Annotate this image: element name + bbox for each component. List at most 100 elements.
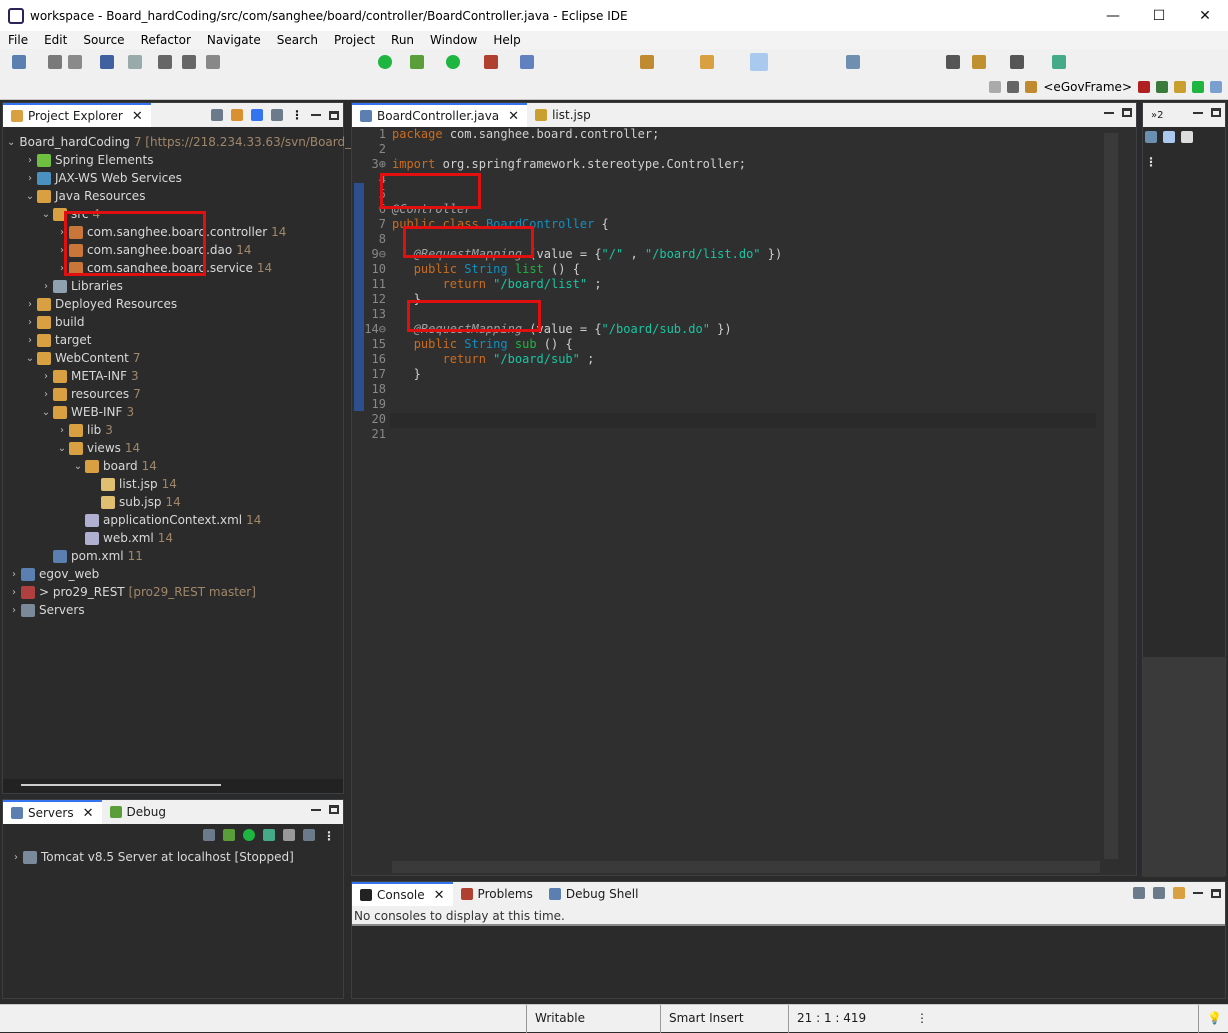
code-line[interactable]: package com.sanghee.board.controller; <box>392 127 1096 142</box>
code-line[interactable]: import org.springframework.stereotype.Co… <box>392 157 1096 172</box>
code-line[interactable] <box>392 382 1096 397</box>
expand-arrow-icon[interactable]: › <box>39 389 53 400</box>
git-perspective-icon[interactable] <box>1156 81 1168 93</box>
tree-item[interactable]: ⌄ Board_hardCoding 7 [https://218.234.33.6… <box>7 133 351 151</box>
jee-perspective-icon[interactable] <box>1192 81 1204 93</box>
maximize-view-icon[interactable] <box>1122 108 1132 117</box>
minimize-view-icon[interactable] <box>1104 111 1114 114</box>
link-editor-icon[interactable] <box>231 109 243 121</box>
toggle-mark-occurrences-icon[interactable] <box>750 53 768 71</box>
terminal-icon[interactable] <box>100 55 114 69</box>
tree-item[interactable]: › target <box>7 331 339 349</box>
tab-overflow[interactable]: »2 <box>1143 103 1171 127</box>
expand-arrow-icon[interactable]: › <box>23 173 37 184</box>
tree-item[interactable]: web.xml 14 <box>7 529 339 547</box>
suspend-icon[interactable] <box>182 55 196 69</box>
status-insert-mode[interactable]: Smart Insert <box>660 1005 788 1033</box>
close-tab-icon[interactable]: ✕ <box>83 806 94 821</box>
tree-item[interactable]: › Libraries <box>7 277 339 295</box>
save-icon[interactable] <box>48 55 62 69</box>
code-line[interactable] <box>392 397 1096 412</box>
open-folder-icon[interactable] <box>700 55 714 69</box>
expand-arrow-icon[interactable]: ⌄ <box>7 137 15 148</box>
horizontal-scrollbar[interactable] <box>3 779 343 793</box>
show-whitespace-icon[interactable] <box>846 55 860 69</box>
code-line[interactable]: return "/board/sub" ; <box>392 352 1096 367</box>
notifications-icon[interactable]: 💡 <box>1198 1005 1228 1033</box>
maximize-view-icon[interactable] <box>1211 108 1221 117</box>
tree-item[interactable]: ⌄ board 14 <box>7 457 339 475</box>
coverage-icon[interactable] <box>484 55 498 69</box>
close-button[interactable]: ✕ <box>1182 0 1228 31</box>
tree-item[interactable]: ⌄ views 14 <box>7 439 339 457</box>
code-line[interactable]: } <box>392 367 1096 382</box>
tree-item[interactable]: ⌄ Java Resources <box>7 187 339 205</box>
open-perspective-icon[interactable] <box>1007 81 1020 93</box>
menu-run[interactable]: Run <box>383 31 422 49</box>
perspective-label[interactable]: <eGovFrame> <box>1043 80 1132 94</box>
expand-arrow-icon[interactable]: › <box>23 335 37 346</box>
menu-file[interactable]: File <box>0 31 36 49</box>
expand-arrow-icon[interactable]: ⌄ <box>71 461 85 472</box>
tree-item[interactable]: pom.xml 11 <box>7 547 339 565</box>
expand-arrow-icon[interactable]: › <box>7 605 21 616</box>
tree-item[interactable]: › build <box>7 313 339 331</box>
forward-icon[interactable] <box>1010 55 1024 69</box>
menu-project[interactable]: Project <box>326 31 383 49</box>
horizontal-scrollbar[interactable] <box>392 861 1100 873</box>
terminate-icon[interactable] <box>206 55 220 69</box>
menu-help[interactable]: Help <box>485 31 528 49</box>
code-line[interactable]: public String list () { <box>392 262 1096 277</box>
more-icon[interactable]: ⋮ <box>1145 155 1157 169</box>
search-icon[interactable] <box>989 81 1002 93</box>
tree-item[interactable]: › egov_web <box>7 565 339 583</box>
tab-problems[interactable]: Problems <box>453 882 541 906</box>
close-tab-icon[interactable]: ✕ <box>508 109 519 124</box>
start-server-icon[interactable] <box>378 55 392 69</box>
maximize-button[interactable]: ☐ <box>1136 0 1182 31</box>
menu-search[interactable]: Search <box>269 31 326 49</box>
tab-list-jsp[interactable]: list.jsp <box>527 103 599 127</box>
code-line[interactable] <box>392 172 1096 187</box>
save-all-icon[interactable] <box>68 55 82 69</box>
tree-item[interactable]: › Deployed Resources <box>7 295 339 313</box>
view-menu-icon[interactable] <box>271 109 283 121</box>
expand-arrow-icon[interactable]: ⌄ <box>39 209 53 220</box>
more-icon[interactable]: ⋮ <box>908 1005 928 1033</box>
minimize-view-icon[interactable] <box>311 808 321 811</box>
tab-debug-shell[interactable]: Debug Shell <box>541 882 647 906</box>
filter-icon[interactable] <box>251 109 263 121</box>
tab-console[interactable]: Console ✕ <box>352 882 453 906</box>
collapse-icon[interactable] <box>203 829 215 841</box>
previous-edit-icon[interactable] <box>972 55 986 69</box>
more-icon[interactable]: ⋮ <box>323 829 335 843</box>
minimize-view-icon[interactable] <box>1193 892 1203 894</box>
outline-scroll-area[interactable] <box>1143 657 1225 877</box>
task-list-icon[interactable] <box>1163 131 1175 143</box>
expand-arrow-icon[interactable]: ⌄ <box>23 353 37 364</box>
tree-item[interactable]: list.jsp 14 <box>7 475 339 493</box>
collapse-all-icon[interactable] <box>211 109 223 121</box>
maximize-view-icon[interactable] <box>1211 888 1221 898</box>
open-type-icon[interactable] <box>640 55 654 69</box>
tree-item[interactable]: › > pro29_REST [pro29_REST master] <box>7 583 339 601</box>
tree-item[interactable]: › META-INF 3 <box>7 367 339 385</box>
display-console-icon[interactable] <box>1153 887 1165 899</box>
tab-debug[interactable]: Debug <box>102 800 174 824</box>
java-perspective-icon[interactable] <box>1174 81 1186 93</box>
server-item[interactable]: › Tomcat v8.5 Server at localhost [Stopp… <box>9 848 294 866</box>
outline-icon[interactable] <box>1145 131 1157 143</box>
minimize-button[interactable]: — <box>1090 0 1136 31</box>
expand-arrow-icon[interactable]: › <box>23 317 37 328</box>
stop-server-icon[interactable] <box>283 829 295 841</box>
expand-arrow-icon[interactable]: › <box>23 155 37 166</box>
back-icon[interactable] <box>946 55 960 69</box>
menu-refactor[interactable]: Refactor <box>133 31 199 49</box>
new-icon[interactable] <box>12 55 26 69</box>
pin-editor-icon[interactable] <box>1052 55 1066 69</box>
minimize-view-icon[interactable] <box>1193 111 1203 114</box>
tree-item[interactable]: › resources 7 <box>7 385 339 403</box>
expand-arrow-icon[interactable]: › <box>23 299 37 310</box>
expand-arrow-icon[interactable]: › <box>7 569 21 580</box>
tree-item[interactable]: ⌄ WebContent 7 <box>7 349 339 367</box>
